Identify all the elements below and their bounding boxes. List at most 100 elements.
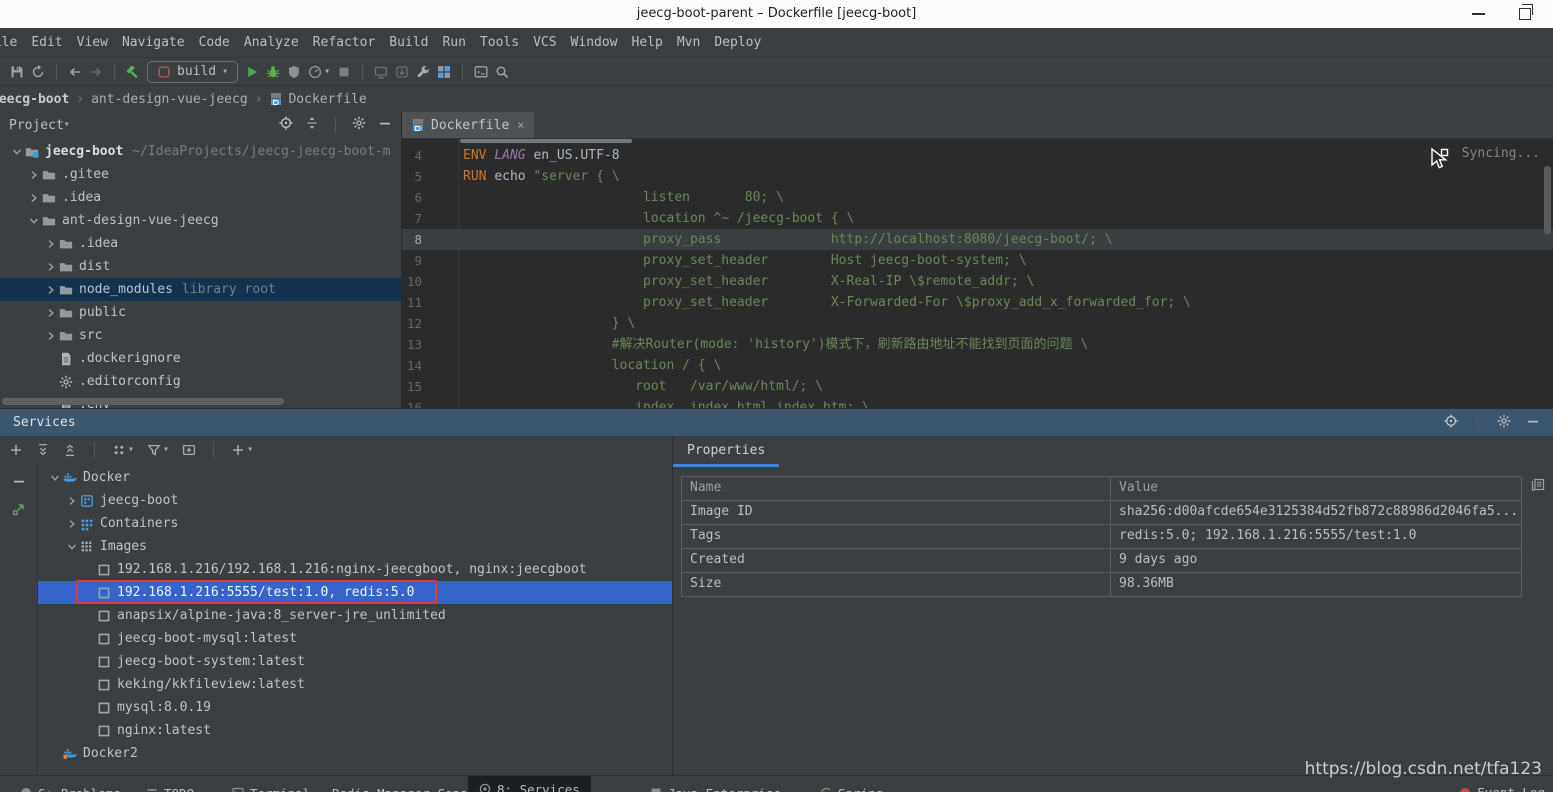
project-tree-row-dist[interactable]: dist xyxy=(0,255,401,278)
chevron-right-icon[interactable] xyxy=(25,193,42,203)
tool-window-button-spring[interactable]: Spring xyxy=(820,782,883,792)
minimize-button[interactable] xyxy=(378,116,392,134)
services-tree-row-192-168-1-216-192-168-1-216-nginx-jeecgboot-nginx-jeecgboot[interactable]: 192.168.1.216/192.168.1.216:nginx-jeecgb… xyxy=(38,558,672,581)
services-tree-row-images[interactable]: Images xyxy=(38,535,672,558)
services-tree-row-keking-kkfileview-latest[interactable]: keking/kkfileview:latest xyxy=(38,673,672,696)
wrench-button[interactable] xyxy=(416,65,430,79)
services-tree-row-docker2[interactable]: Docker2 xyxy=(38,742,672,765)
filter-button[interactable]: ▾ xyxy=(147,443,169,457)
gear-button[interactable] xyxy=(1497,414,1511,432)
tool-window-button-8-services[interactable]: 8: Services xyxy=(468,776,591,792)
deploy-button[interactable] xyxy=(395,65,409,79)
services-tree-row-mysql-8-0-19[interactable]: mysql:8.0.19 xyxy=(38,696,672,719)
menu-item-view[interactable]: View xyxy=(70,35,115,50)
services-tree-row-containers[interactable]: Containers xyxy=(38,512,672,535)
menu-item-analyze[interactable]: Analyze xyxy=(237,35,306,50)
tool-window-button-java-enterprise[interactable]: Java Enterprise xyxy=(650,782,781,792)
back-button[interactable] xyxy=(68,65,82,79)
menu-item-mvn[interactable]: Mvn xyxy=(670,35,707,50)
chevron-right-icon[interactable] xyxy=(42,308,59,318)
forward-button[interactable] xyxy=(89,65,103,79)
debug-button[interactable] xyxy=(266,65,280,79)
search-button[interactable] xyxy=(495,65,509,79)
tool-window-button-event-log[interactable]: Event Log xyxy=(1459,785,1545,792)
chevron-right-icon[interactable] xyxy=(42,285,59,295)
stop-button[interactable] xyxy=(337,65,351,79)
project-tree-row-ant-design-vue-jeecg[interactable]: ant-design-vue-jeecg xyxy=(0,209,401,232)
project-tree-row-idea[interactable]: .idea xyxy=(0,186,401,209)
tool-window-button-6-problems[interactable]: 6: Problems xyxy=(20,782,121,792)
minimize-button[interactable] xyxy=(1526,414,1540,432)
services-tree-row-jeecg-boot-mysql-latest[interactable]: jeecg-boot-mysql:latest xyxy=(38,627,672,650)
tool-window-button-terminal[interactable]: Terminal xyxy=(232,782,310,792)
save-button[interactable] xyxy=(10,65,24,79)
project-tree-row-node-modules[interactable]: node_moduleslibrary root xyxy=(0,278,401,301)
column-header-value[interactable]: Value xyxy=(1110,477,1522,500)
copy-icon[interactable] xyxy=(1531,478,1545,492)
project-tree-row-dockerignore[interactable]: .dockerignore xyxy=(0,347,401,370)
restore-window-icon[interactable] xyxy=(1519,8,1531,20)
gear-button[interactable] xyxy=(352,116,366,134)
chevron-down-icon[interactable] xyxy=(25,216,42,226)
close-icon[interactable]: × xyxy=(517,118,524,132)
code-editor[interactable]: 4ENV LANG en_US.UTF-85RUN echo "server {… xyxy=(402,139,1553,408)
project-tree-row-jeecg-boot[interactable]: jeecg-boot~/IdeaProjects/jeecg-jeecg-boo… xyxy=(0,140,401,163)
chevron-right-icon[interactable] xyxy=(63,519,80,529)
menu-item-window[interactable]: Window xyxy=(564,35,625,50)
tool-window-button-redis-manager-console[interactable]: Redis Manager Console xyxy=(332,782,490,792)
project-tree-row-gitee[interactable]: .gitee xyxy=(0,163,401,186)
play-button[interactable] xyxy=(245,65,259,79)
locate-button[interactable] xyxy=(279,116,293,134)
services-tree-row-192-168-1-216-5555-test-1-0-redis-5-0[interactable]: 192.168.1.216:5555/test:1.0, redis:5.0 xyxy=(38,581,672,604)
chevron-down-icon[interactable] xyxy=(8,147,25,157)
run-configuration-select[interactable]: build▾ xyxy=(147,61,238,83)
properties-row-created[interactable]: Created9 days ago xyxy=(681,549,1522,573)
console-button[interactable] xyxy=(474,65,488,79)
column-header-name[interactable]: Name xyxy=(681,477,1110,500)
properties-row-image-id[interactable]: Image IDsha256:d00afcde654e3125384d52fb8… xyxy=(681,501,1522,525)
project-tree-row-idea[interactable]: .idea xyxy=(0,232,401,255)
menu-item-build[interactable]: Build xyxy=(382,35,435,50)
plus-button[interactable]: ▾ xyxy=(231,443,253,457)
tool-window-button-todo[interactable]: TODO xyxy=(146,782,194,792)
coverage-button[interactable] xyxy=(287,65,301,79)
minimize-window-icon[interactable] xyxy=(1472,13,1485,15)
collapse-all-button[interactable] xyxy=(63,443,77,457)
horizontal-scrollbar[interactable] xyxy=(2,398,284,405)
menu-item-navigate[interactable]: Navigate xyxy=(115,35,192,50)
services-tree-row-jeecg-boot-system-latest[interactable]: jeecg-boot-system:latest xyxy=(38,650,672,673)
profiler-button[interactable]: ▾ xyxy=(308,65,330,79)
project-panel-title[interactable]: Project xyxy=(9,118,64,133)
properties-row-size[interactable]: Size98.36MB xyxy=(681,573,1522,597)
plus-button[interactable] xyxy=(9,443,23,457)
editor-scrollbar[interactable] xyxy=(1544,166,1551,234)
chevron-down-icon[interactable] xyxy=(46,473,63,483)
services-tree-row-anapsix-alpine-java-8-server-jre-unlimited[interactable]: anapsix/alpine-java:8_server-jre_unlimit… xyxy=(38,604,672,627)
services-tree-row-docker[interactable]: Docker xyxy=(38,466,672,489)
project-tree-row-editorconfig[interactable]: .editorconfig xyxy=(0,370,401,393)
menu-item-run[interactable]: Run xyxy=(435,35,472,50)
collapse-panels-button[interactable] xyxy=(305,116,319,134)
menu-item-help[interactable]: Help xyxy=(625,35,670,50)
chevron-right-icon[interactable] xyxy=(25,170,42,180)
properties-row-tags[interactable]: Tagsredis:5.0; 192.168.1.216:5555/test:1… xyxy=(681,525,1522,549)
menu-item-code[interactable]: Code xyxy=(192,35,237,50)
attach-button[interactable] xyxy=(374,65,388,79)
services-tree-row-nginx-latest[interactable]: nginx:latest xyxy=(38,719,672,742)
chevron-right-icon[interactable] xyxy=(63,496,80,506)
hammer-button[interactable] xyxy=(126,65,140,79)
group-by-button[interactable]: ▾ xyxy=(112,443,134,457)
menu-item-file[interactable]: File xyxy=(0,35,24,50)
services-tree-row-jeecg-boot[interactable]: jeecg-boot xyxy=(38,489,672,512)
breadcrumb-item-jeecg-boot[interactable]: jeecg-boot xyxy=(0,92,69,107)
menu-item-vcs[interactable]: VCS xyxy=(526,35,563,50)
menu-item-deploy[interactable]: Deploy xyxy=(707,35,768,50)
breadcrumb-item-ant-design-vue-jeecg[interactable]: ant-design-vue-jeecg xyxy=(91,92,248,107)
menu-item-refactor[interactable]: Refactor xyxy=(306,35,383,50)
chevron-right-icon[interactable] xyxy=(42,239,59,249)
tab-properties[interactable]: Properties xyxy=(673,437,779,467)
minimize-button[interactable] xyxy=(12,474,26,488)
project-tree-row-public[interactable]: public xyxy=(0,301,401,324)
locate-button[interactable] xyxy=(1444,414,1458,432)
menu-item-tools[interactable]: Tools xyxy=(473,35,526,50)
